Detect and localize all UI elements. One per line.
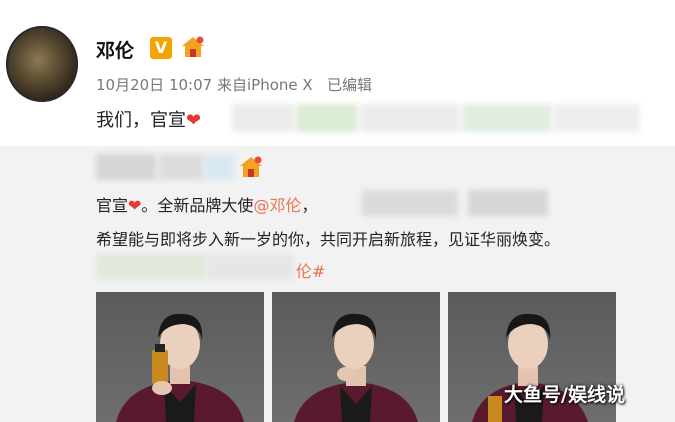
house-icon xyxy=(182,36,204,57)
mosaic-blur xyxy=(206,254,294,280)
post-meta: 10月20日 10:07 来自iPhone X 已编辑 xyxy=(96,74,372,95)
vip-badge-icon: V xyxy=(150,37,172,59)
mosaic-blur xyxy=(296,104,358,132)
photo-1[interactable] xyxy=(96,292,264,422)
heart-icon: ❤ xyxy=(128,196,142,215)
post-text: 我们，官宣❤ xyxy=(96,106,201,132)
mosaic-blur xyxy=(462,104,552,132)
mosaic-blur xyxy=(552,104,640,132)
watermark-text: 大鱼号/娱线说 xyxy=(504,384,625,406)
edited-label[interactable]: 已编辑 xyxy=(327,76,372,94)
mosaic-blur xyxy=(362,190,458,216)
mention-link[interactable]: @邓伦 xyxy=(253,196,301,215)
mosaic-blur xyxy=(158,154,204,180)
retweet-text-c: ， xyxy=(301,196,318,215)
house-icon xyxy=(240,156,262,177)
retweet-text-line-2: 希望能与即将步入新一岁的你，共同开启新旅程，见证华丽焕变。 xyxy=(96,230,561,249)
username[interactable]: 邓伦 xyxy=(96,36,134,63)
mosaic-blur xyxy=(96,154,156,180)
post-source[interactable]: iPhone X xyxy=(247,76,313,94)
retweet-text-line-1: 官宣❤。全新品牌大使@邓伦， xyxy=(96,192,317,216)
photo-2[interactable] xyxy=(272,292,440,422)
mosaic-blur xyxy=(468,190,548,216)
post-text-content: 我们，官宣 xyxy=(96,110,186,131)
mosaic-blur xyxy=(232,104,294,132)
heart-icon: ❤ xyxy=(186,110,202,131)
mosaic-blur xyxy=(204,154,234,180)
retweet-text-b: 。全新品牌大使 xyxy=(141,196,254,215)
post-date[interactable]: 10月20日 xyxy=(96,76,164,94)
source-prefix: 来自 xyxy=(216,76,247,94)
mosaic-blur xyxy=(96,254,206,280)
hashtag-link[interactable]: 伦# xyxy=(296,258,325,282)
avatar[interactable] xyxy=(6,26,78,102)
mosaic-blur xyxy=(360,104,460,132)
post-time[interactable]: 10:07 xyxy=(169,76,212,94)
retweet-text-a: 官宣 xyxy=(96,196,129,215)
